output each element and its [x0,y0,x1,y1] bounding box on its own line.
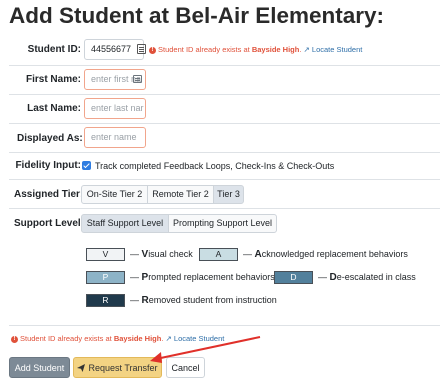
displayed-as-field[interactable]: enter name [84,127,146,148]
student-id-value: 44556677 [91,44,132,54]
legend: V — Visual check A — Acknowledged replac… [0,240,440,315]
error-period: . [161,334,164,343]
legend-dash: — [130,295,139,305]
locate-student-label: Locate Student [173,334,225,343]
tier-label: Assigned Tier: [14,189,84,200]
displayed-as-row: Displayed As: enter name [9,123,440,151]
last-name-row: Last Name: enter last nar [9,94,440,121]
student-id-label: Student ID: [27,44,81,55]
fidelity-checkbox[interactable] [82,161,91,170]
student-id-field[interactable]: 44556677 [84,39,144,60]
keyboard-icon [133,75,142,83]
legend-rest: e-escalated in class [336,272,416,282]
legend-text-v: — Visual check [130,249,193,260]
legend-dash: — [130,272,139,282]
legend-text-r: — Removed student from instruction [130,295,277,306]
legend-rest: isual check [148,249,193,259]
legend-swatch-v: V [86,248,125,261]
cancel-button[interactable]: Cancel [166,357,205,378]
last-name-field[interactable]: enter last nar [84,98,146,119]
locate-student-label: Locate Student [311,45,363,54]
error-prefix: Student ID already exists at [158,45,250,54]
tier-row: Assigned Tier: On-Site Tier 2 Remote Tie… [9,179,440,207]
error-school: Bayside High [251,45,300,54]
locate-student-link[interactable]: ↗ Locate Student [166,334,225,343]
error-school: Bayside High [113,334,162,343]
legend-initial: R [141,295,149,306]
support-option-prompting[interactable]: Prompting Support Level [168,214,277,233]
tier-option-onsite-tier-2[interactable]: On-Site Tier 2 [81,185,148,204]
support-label: Support Level: [14,218,85,229]
form-error: ! Student ID already exists at Bayside Hi… [11,334,224,343]
legend-swatch-p: P [86,271,125,284]
legend-dash: — [130,249,139,259]
tier-option-remote-tier-2[interactable]: Remote Tier 2 [147,185,214,204]
support-row: Support Level: Staff Support Level Promp… [9,208,440,238]
legend-swatch-d: D [274,271,313,284]
error-icon: ! [149,46,156,54]
first-name-label: First Name: [25,74,81,85]
support-option-staff[interactable]: Staff Support Level [81,214,169,233]
legend-text-d: — De-escalated in class [318,272,416,283]
error-prefix: Student ID already exists at [20,334,112,343]
legend-dash: — [318,272,327,282]
error-icon: ! [11,335,18,343]
first-name-row: First Name: enter first na [9,65,440,92]
legend-rest: emoved student from instruction [148,295,277,305]
error-period: . [299,45,302,54]
first-name-field[interactable]: enter first na [84,69,146,90]
legend-text-p: — Prompted replacement behaviors [130,272,275,283]
id-card-icon [137,44,146,54]
last-name-placeholder: enter last nar [91,103,144,113]
fidelity-row: Fidelity Input: Track completed Feedback… [9,152,440,177]
legend-rest: rompted replacement behaviors [148,272,275,282]
arrow-link-icon: ↗ [303,45,310,54]
page-title: Add Student at Bel-Air Elementary: [9,3,385,28]
request-transfer-label: Request Transfer [88,363,158,373]
last-name-label: Last Name: [27,103,81,114]
paper-plane-icon [77,364,86,372]
add-student-button[interactable]: Add Student [9,357,70,378]
request-transfer-button[interactable]: Request Transfer [73,357,162,378]
legend-text-a: — Acknowledged replacement behaviors [243,249,408,260]
legend-rest: cknowledged replacement behaviors [261,249,408,259]
legend-dash: — [243,249,252,259]
student-id-error: ! Student ID already exists at Bayside Hi… [149,45,362,54]
displayed-as-placeholder: enter name [91,132,137,142]
student-id-row: Student ID: 44556677 ! Student ID already… [9,36,440,63]
legend-swatch-a: A [199,248,238,261]
fidelity-text: Track completed Feedback Loops, Check-In… [95,161,335,171]
footer-divider [9,325,440,326]
legend-initial: D [329,272,337,283]
legend-swatch-r: R [86,294,125,307]
locate-student-link[interactable]: ↗ Locate Student [304,45,363,54]
tier-option-tier-3[interactable]: Tier 3 [213,185,244,204]
fidelity-label: Fidelity Input: [15,160,81,171]
legend-initial: A [254,249,262,260]
displayed-as-label: Displayed As: [17,133,83,144]
arrow-link-icon: ↗ [165,334,172,343]
